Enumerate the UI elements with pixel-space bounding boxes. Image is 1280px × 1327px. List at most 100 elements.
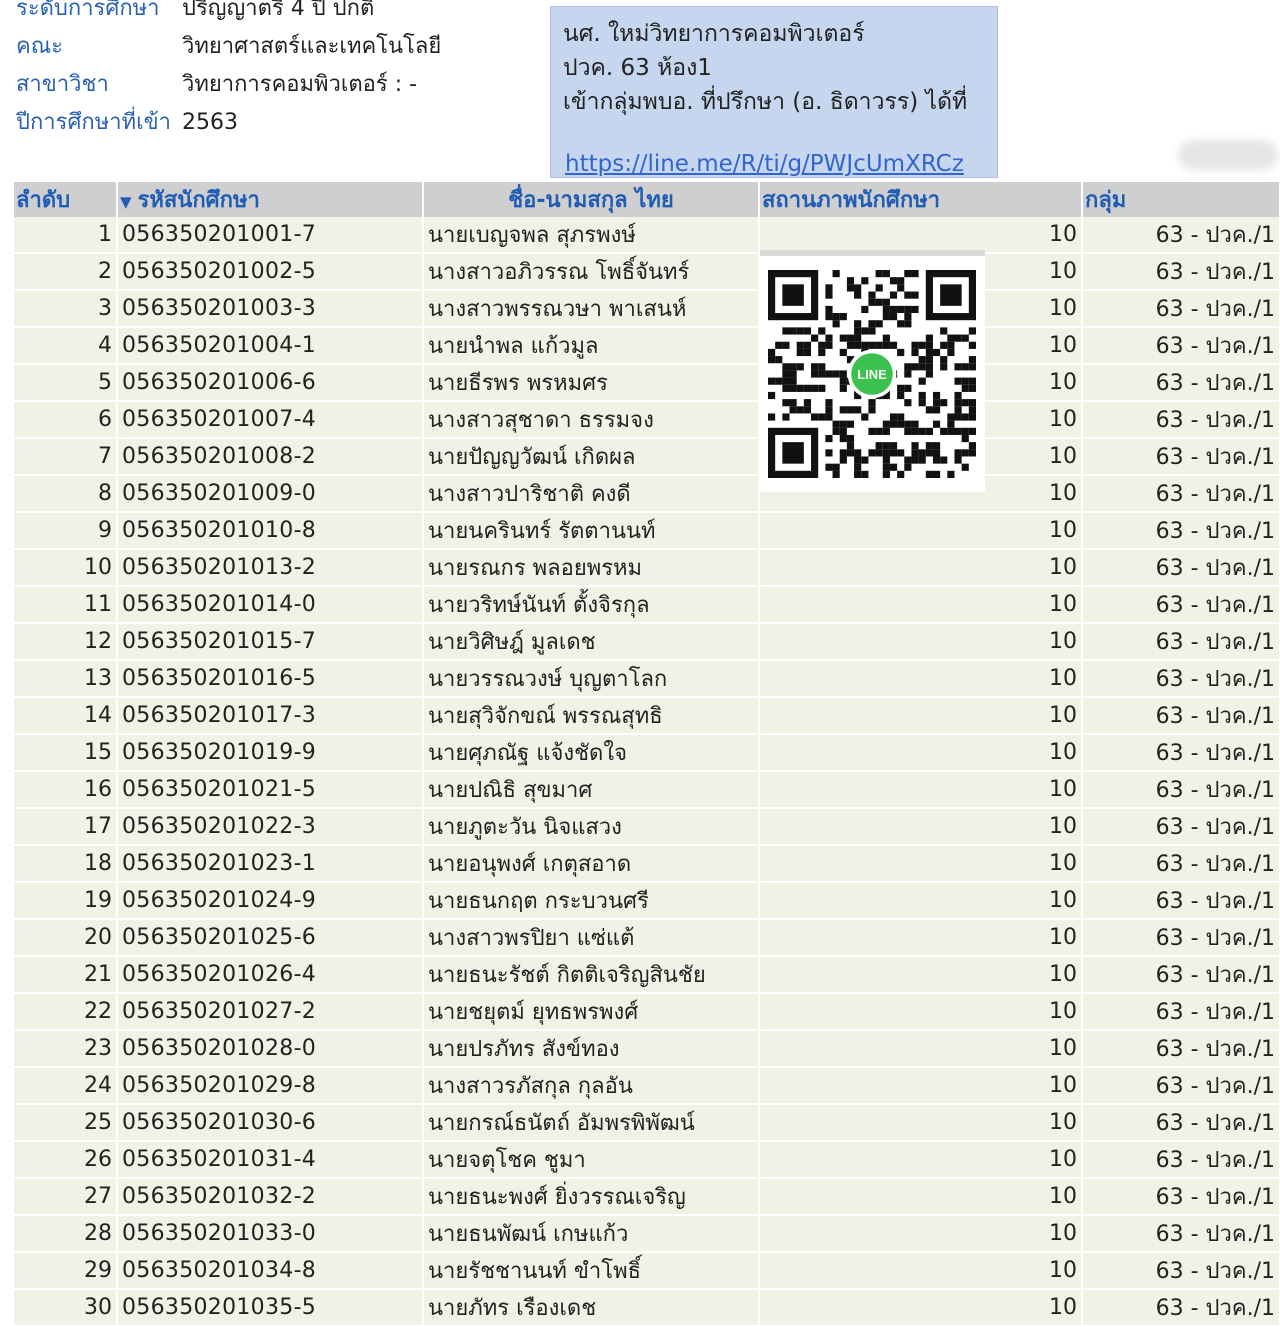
column-header-id-label: รหัสนักศึกษา	[137, 188, 260, 213]
cell-group: 63 - ปวค./1	[1082, 217, 1280, 254]
qr-module	[882, 305, 890, 314]
cell-status: 10	[759, 956, 1083, 994]
table-row[interactable]: 13 056350201016-5 นายวรรณวงษ์ บุญตาโลก 10 63…	[14, 660, 1280, 698]
info-label: สาขาวิชา	[16, 72, 109, 97]
qr-module	[925, 341, 933, 349]
qr-module	[846, 334, 855, 342]
qr-module	[918, 356, 926, 364]
table-row[interactable]: 8 056350201009-0 นางสาวปาริชาติ คงดี 10 63 -…	[14, 475, 1280, 513]
qr-module	[854, 284, 862, 292]
table-row[interactable]: 18 056350201023-1 นายอนุพงศ์ เกตุสอาด 10 63 …	[14, 845, 1280, 883]
cell-name: นายธนกฤต กระบวนศรี	[423, 882, 760, 920]
cell-no: 18	[14, 845, 118, 883]
qr-module	[832, 320, 840, 328]
qr-module	[839, 348, 847, 357]
table-row[interactable]: 25 056350201030-6 นายกรณ์ธนัตถ์ อัมพรพิพัฒ…	[14, 1104, 1280, 1142]
qr-module	[904, 291, 912, 299]
table-row[interactable]: 28 056350201033-0 นายธนพัฒน์ เกษแก้ว 10 63 -…	[14, 1215, 1280, 1253]
table-row[interactable]: 20 056350201025-6 นางสาวพรปิยา แซ่แต้ 10 63 …	[14, 919, 1280, 957]
qr-module	[904, 420, 912, 428]
qr-module	[861, 341, 869, 349]
qr-module	[961, 399, 969, 407]
student-roster-table: ลำดับ ▼ รหัสนักศึกษา ชื่อ-นามสกุล ไทย สถา…	[14, 182, 1280, 1327]
column-header-no[interactable]: ลำดับ	[14, 182, 118, 217]
qr-module	[889, 413, 898, 421]
cell-group: 63 - ปวค./1	[1082, 401, 1280, 439]
table-row[interactable]: 27 056350201032-2 นายธนะพงศ์ ยิ่งวรรณเจริญ…	[14, 1178, 1280, 1216]
cell-status: 10	[759, 1178, 1083, 1216]
table-row[interactable]: 1 056350201001-7 นายเบญจพล สุภรพงษ์ 10 63 - …	[14, 217, 1280, 254]
cell-group: 63 - ปวค./1	[1082, 1141, 1280, 1179]
table-row[interactable]: 10 056350201013-2 นายรณกร พลอยพรหม 10 63 - ป…	[14, 549, 1280, 587]
cell-no: 19	[14, 882, 118, 920]
qr-module	[825, 313, 833, 321]
cell-status: 10	[759, 845, 1083, 883]
info-label: ระดับการศึกษา	[16, 0, 160, 21]
qr-module	[818, 370, 826, 378]
qr-module	[918, 456, 926, 464]
qr-module	[947, 470, 955, 478]
qr-module	[961, 384, 969, 392]
cell-group: 63 - ปวค./1	[1082, 438, 1280, 476]
qr-module	[968, 363, 976, 371]
table-row[interactable]: 11 056350201014-0 นายวริทษ์นันท์ ตั้งจิรกุ…	[14, 586, 1280, 624]
table-row[interactable]: 9 056350201010-8 นายนครินทร์ รัตตานนท์ 10 63…	[14, 512, 1280, 550]
qr-module	[839, 427, 847, 435]
qr-module	[911, 456, 919, 464]
column-header-name[interactable]: ชื่อ-นามสกุล ไทย	[423, 182, 760, 217]
qr-module	[839, 434, 847, 443]
qr-module	[825, 334, 833, 342]
cell-name: นายปัญญวัฒน์ เกิดผล	[423, 438, 760, 476]
line-group-link[interactable]: https://line.me/R/ti/g/PWJcUmXRCz	[565, 147, 964, 181]
qr-module	[918, 377, 926, 385]
table-row[interactable]: 2 056350201002-5 นางสาวอภิวรรณ โพธิ์จันทร์…	[14, 253, 1280, 291]
cell-name: นายรณกร พลอยพรหม	[423, 549, 760, 587]
table-row[interactable]: 24 056350201029-8 นางสาวรภัสกุล กุลอัน 10 63…	[14, 1067, 1280, 1105]
qr-module	[832, 420, 840, 428]
table-row[interactable]: 17 056350201022-3 นายภูตะวัน นิจแสวง 10 63 -…	[14, 808, 1280, 846]
column-header-status[interactable]: สถานภาพนักศึกษา	[759, 182, 1083, 217]
table-row[interactable]: 14 056350201017-3 นายสุวิจักขณ์ พรรณสุทธิ 1…	[14, 697, 1280, 735]
table-row[interactable]: 30 056350201035-5 นายภัทร เรืองเดช 10 63 - ป…	[14, 1289, 1280, 1327]
qr-module	[796, 384, 804, 392]
qr-module	[839, 449, 847, 457]
qr-module	[768, 413, 776, 421]
table-row[interactable]: 21 056350201026-4 นายธนะรัชต์ กิตติเจริญสิ…	[14, 956, 1280, 994]
table-row[interactable]: 16 056350201021-5 นายปณิธิ สุขมาศ 10 63 - ปว…	[14, 771, 1280, 809]
cell-group: 63 - ปวค./1	[1082, 771, 1280, 809]
table-row[interactable]: 23 056350201028-0 นายปรภัทร สังข์ทอง 10 63 -…	[14, 1030, 1280, 1068]
qr-module	[925, 356, 933, 364]
qr-module	[861, 327, 869, 335]
cell-no: 30	[14, 1289, 118, 1327]
notice-line: ปวค. 63 ห้อง1	[563, 55, 712, 81]
table-row[interactable]: 26 056350201031-4 นายจตุโชค ชูมา 10 63 - ปวค…	[14, 1141, 1280, 1179]
column-header-id[interactable]: ▼ รหัสนักศึกษา	[117, 182, 424, 217]
table-row[interactable]: 4 056350201004-1 นายนำพล แก้วมูล 10 63 - ปวค…	[14, 327, 1280, 365]
cell-no: 4	[14, 327, 118, 365]
table-row[interactable]: 5 056350201006-6 นายธีรพร พรหมศร 10 63 - ปวค…	[14, 364, 1280, 402]
column-header-group[interactable]: กลุ่ม	[1082, 182, 1280, 217]
table-row[interactable]: 7 056350201008-2 นายปัญญวัฒน์ เกิดผล 10 63 -…	[14, 438, 1280, 476]
cell-student-id: 056350201028-0	[117, 1030, 424, 1068]
qr-module	[868, 320, 876, 328]
qr-module	[968, 442, 976, 450]
qr-module	[825, 291, 833, 299]
qr-module	[825, 406, 833, 414]
table-row[interactable]: 15 056350201019-9 นายศุภณัฐ แจ้งชัดใจ 10 63 …	[14, 734, 1280, 772]
table-row[interactable]: 22 056350201027-2 นายชยุตม์ ยุทธพรพงศ์ 10 63…	[14, 993, 1280, 1031]
cell-group: 63 - ปวค./1	[1082, 660, 1280, 698]
line-qr-code: LINE	[760, 250, 985, 492]
table-row[interactable]: 19 056350201024-9 นายธนกฤต กระบวนศรี 10 63 -…	[14, 882, 1280, 920]
qr-module	[875, 320, 883, 328]
table-row[interactable]: 29 056350201034-8 นายรัชชานนท์ ขำโพธิ์ 10 63…	[14, 1252, 1280, 1290]
qr-module	[846, 449, 855, 457]
table-row[interactable]: 6 056350201007-4 นางสาวสุชาดา ธรรมจง 10 63 -…	[14, 401, 1280, 439]
table-body: 1 056350201001-7 นายเบญจพล สุภรพงษ์ 10 63 - …	[14, 217, 1280, 1327]
cell-student-id: 056350201002-5	[117, 253, 424, 291]
table-row[interactable]: 12 056350201015-7 นายวิศิษฎ์ มูลเดช 10 63 - …	[14, 623, 1280, 661]
qr-module	[961, 413, 969, 421]
table-row[interactable]: 3 056350201003-3 นางสาวพรรณวษา พาเสนห์ 10 63…	[14, 290, 1280, 328]
qr-module	[918, 449, 926, 457]
cell-name: นายชยุตม์ ยุทธพรพงศ์	[423, 993, 760, 1031]
cell-student-id: 056350201003-3	[117, 290, 424, 328]
